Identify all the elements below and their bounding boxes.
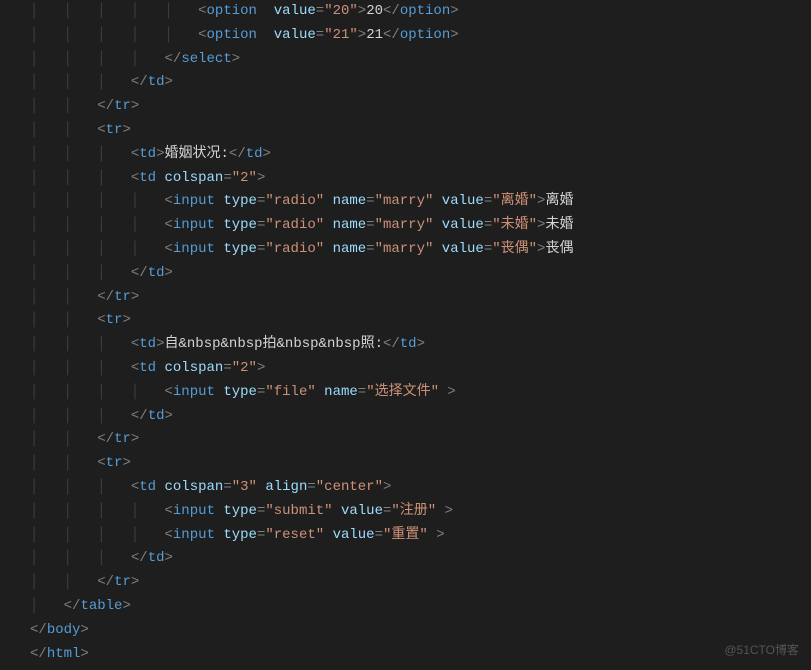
code-line: │ │ <tr> xyxy=(30,309,811,333)
code-line: │ │ │ </td> xyxy=(30,71,811,95)
code-line: │ │ │ │ <input type="radio" name="marry"… xyxy=(30,190,811,214)
code-line: │ │ │ <td>婚姻状况:</td> xyxy=(30,143,811,167)
code-line: │ │ </tr> xyxy=(30,286,811,310)
code-line: │ │ │ │ <input type="radio" name="marry"… xyxy=(30,214,811,238)
code-line: │ │ │ </td> xyxy=(30,262,811,286)
code-line: │ │ │ </td> xyxy=(30,547,811,571)
code-line: │ │ │ <td colspan="2"> xyxy=(30,167,811,191)
code-line: │ │ │ │ <input type="reset" value="重置" > xyxy=(30,524,811,548)
code-line: │ │ │ │ <input type="radio" name="marry"… xyxy=(30,238,811,262)
code-line: │ │ <tr> xyxy=(30,452,811,476)
code-line: │ │ │ <td>自&nbsp&nbsp拍&nbsp&nbsp照:</td> xyxy=(30,333,811,357)
code-line: │ │ <tr> xyxy=(30,119,811,143)
code-line: │ │ │ │ │ <option value="21">21</option> xyxy=(30,24,811,48)
code-line: │ │ │ │ │ <option value="20">20</option> xyxy=(30,0,811,24)
code-line: │ │ │ <td colspan="3" align="center"> xyxy=(30,476,811,500)
code-line: │ │ │ │ <input type="file" name="选择文件" > xyxy=(30,381,811,405)
code-line: </html> xyxy=(30,643,811,667)
code-line: │ │ │ </td> xyxy=(30,405,811,429)
code-line: │ │ </tr> xyxy=(30,571,811,595)
watermark-text: @51CTO博客 xyxy=(724,640,799,660)
code-line: │ │ │ <td colspan="2"> xyxy=(30,357,811,381)
code-line: │ </table> xyxy=(30,595,811,619)
code-editor: │ │ │ │ │ <option value="20">20</option>… xyxy=(0,0,811,666)
code-line: </body> xyxy=(30,619,811,643)
code-line: │ │ │ │ </select> xyxy=(30,48,811,72)
code-line: │ │ </tr> xyxy=(30,428,811,452)
code-line: │ │ │ │ <input type="submit" value="注册" … xyxy=(30,500,811,524)
code-line: │ │ </tr> xyxy=(30,95,811,119)
